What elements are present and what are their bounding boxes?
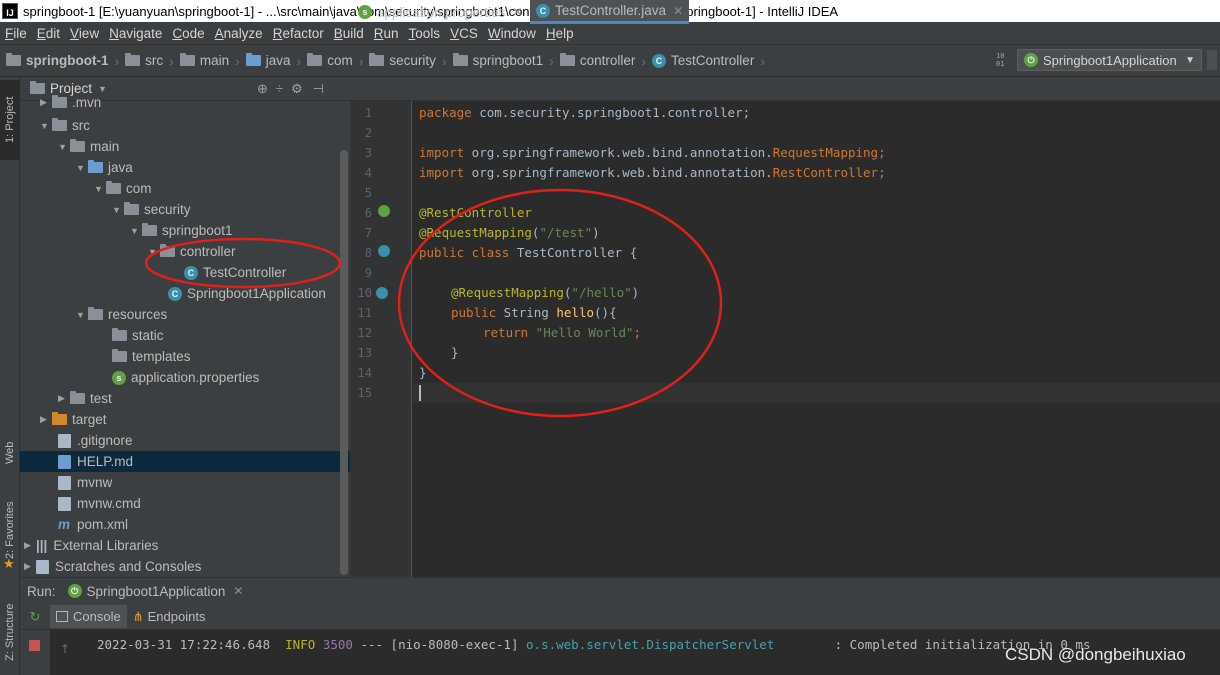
annotation-overlay xyxy=(144,188,723,418)
run-config-tab[interactable]: Springboot1Application xyxy=(87,584,226,599)
watermark: CSDN @dongbeihuxiao xyxy=(1005,645,1186,664)
tab-endpoints[interactable]: ⋔ Endpoints xyxy=(127,605,212,629)
stop-icon[interactable] xyxy=(29,640,40,651)
rerun-icon[interactable]: ↻ xyxy=(20,609,50,625)
spring-boot-icon: ⏻ xyxy=(67,584,82,598)
annotation-ring-tree xyxy=(144,237,342,289)
run-toolbar xyxy=(20,630,50,675)
console-icon xyxy=(56,611,68,622)
tab-console[interactable]: Console xyxy=(50,605,127,628)
scroll-up-icon[interactable]: ↑ xyxy=(60,642,70,656)
run-tabs: ↻ Console ⋔ Endpoints xyxy=(20,604,1220,630)
endpoints-icon: ⋔ xyxy=(132,608,144,624)
close-icon[interactable]: ✕ xyxy=(233,584,243,598)
annotation-ring-code xyxy=(397,188,723,418)
run-tool-header: Run: ⏻ Springboot1Application ✕ xyxy=(20,577,1220,604)
console-log-line: 2022-03-31 17:22:46.648 INFO 3500 --- [n… xyxy=(97,637,1091,652)
run-label: Run: xyxy=(27,583,56,599)
